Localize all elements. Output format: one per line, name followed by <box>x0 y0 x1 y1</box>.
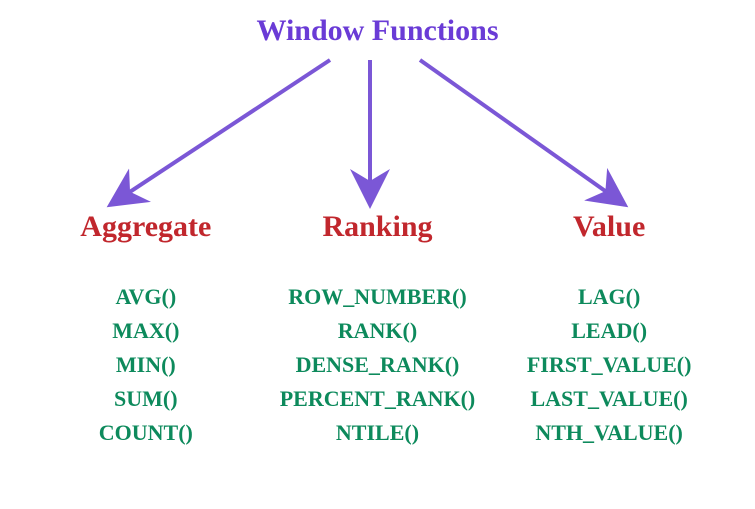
arrow-to-value <box>420 60 625 205</box>
functions-col-ranking: ROW_NUMBER() RANK() DENSE_RANK() PERCENT… <box>267 280 487 450</box>
function-item: ROW_NUMBER() <box>267 280 487 314</box>
functions-col-aggregate: AVG() MAX() MIN() SUM() COUNT() <box>36 280 256 450</box>
category-label-ranking: Ranking <box>267 210 487 244</box>
function-item: LEAD() <box>499 314 719 348</box>
function-item: FIRST_VALUE() <box>499 348 719 382</box>
function-item: LAG() <box>499 280 719 314</box>
functions-row: AVG() MAX() MIN() SUM() COUNT() ROW_NUMB… <box>0 280 755 450</box>
function-item: MIN() <box>36 348 256 382</box>
categories-row: Aggregate Ranking Value <box>0 210 755 244</box>
function-item: NTH_VALUE() <box>499 416 719 450</box>
function-item: AVG() <box>36 280 256 314</box>
function-item: NTILE() <box>267 416 487 450</box>
function-item: RANK() <box>267 314 487 348</box>
function-item: COUNT() <box>36 416 256 450</box>
diagram-title: Window Functions <box>0 14 755 48</box>
function-item: DENSE_RANK() <box>267 348 487 382</box>
function-item: LAST_VALUE() <box>499 382 719 416</box>
arrow-to-aggregate <box>110 60 330 205</box>
category-label-value: Value <box>499 210 719 244</box>
function-item: SUM() <box>36 382 256 416</box>
function-item: PERCENT_RANK() <box>267 382 487 416</box>
functions-col-value: LAG() LEAD() FIRST_VALUE() LAST_VALUE() … <box>499 280 719 450</box>
category-label-aggregate: Aggregate <box>36 210 256 244</box>
function-item: MAX() <box>36 314 256 348</box>
